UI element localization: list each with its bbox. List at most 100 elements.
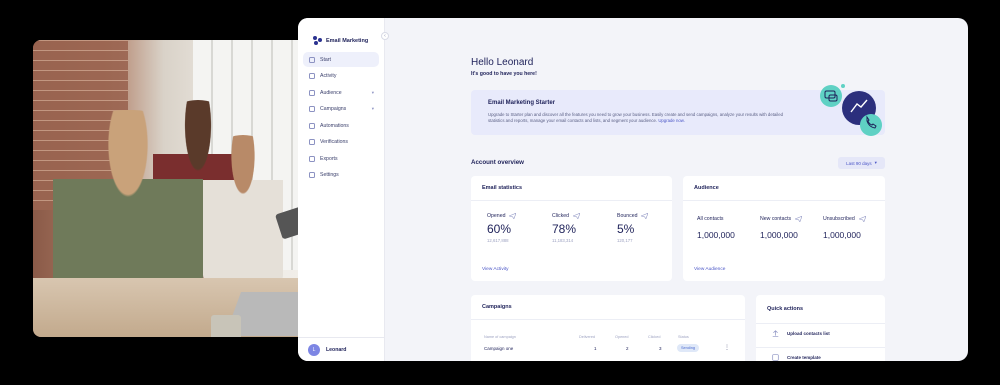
sidebar-item-label: Activity xyxy=(320,73,337,79)
sidebar-item-label: Automations xyxy=(320,122,349,129)
card-title: Quick actions xyxy=(767,306,804,312)
avatar: L xyxy=(308,343,320,356)
page-subtitle: It's good to have you here! xyxy=(471,71,537,77)
support-illustration-icon xyxy=(820,84,882,136)
quick-actions-card: Quick actions Upload contacts list Creat… xyxy=(756,295,885,361)
page-title: Hello Leonard xyxy=(471,57,534,68)
campaign-name: Campaign one xyxy=(484,346,514,351)
campaign-delivered: 1 xyxy=(594,346,597,351)
sidebar-item-label: Campaigns xyxy=(320,106,347,112)
sidebar-item-exports[interactable]: Exports xyxy=(303,151,379,166)
table-row[interactable]: Campaign one 1 2 3 Sending ⋮ xyxy=(484,344,732,354)
email-statistics-card: Email statistics Opened 60% 12,617,888 C… xyxy=(471,176,672,281)
sidebar-item-activity[interactable]: Activity xyxy=(303,69,379,84)
column-header: Clicked xyxy=(648,335,661,339)
verifications-icon xyxy=(309,139,315,145)
table-header: Name of campaign Delivered Opened Clicke… xyxy=(484,335,732,341)
chevron-down-icon: ▾ xyxy=(371,106,374,111)
stat-value: 78% xyxy=(552,222,577,236)
exports-icon xyxy=(309,155,315,162)
column-header: Delivered xyxy=(579,335,596,339)
sidebar-item-label: Start xyxy=(320,56,331,63)
banner-text: Upgrade to Starter plan and discover all… xyxy=(488,112,798,124)
stat-all-contacts: All contacts 1,000,000 xyxy=(697,216,735,240)
sidebar-item-label: Exports xyxy=(320,155,338,162)
stat-clicked: Clicked 78% 11,183,314 xyxy=(552,213,581,243)
stat-count: 12,617,888 xyxy=(487,238,509,243)
campaigns-icon xyxy=(309,106,315,112)
chevron-down-icon: ▾ xyxy=(874,160,877,165)
card-title: Campaigns xyxy=(482,304,512,310)
campaign-clicked: 3 xyxy=(659,346,662,351)
settings-icon xyxy=(309,172,315,178)
audience-card: Audience All contacts 1,000,000 New cont… xyxy=(683,176,885,281)
quick-action-label: Create template xyxy=(787,355,821,360)
stat-count: 11,183,314 xyxy=(552,238,574,243)
upgrade-link[interactable]: Upgrade now. xyxy=(658,118,685,123)
send-icon xyxy=(795,216,803,222)
sidebar-item-start[interactable]: Start xyxy=(303,52,379,67)
stat-label: Opened xyxy=(487,213,506,219)
stat-value: 60% xyxy=(487,222,512,236)
send-icon xyxy=(573,213,581,219)
send-icon xyxy=(509,213,517,219)
more-options-icon[interactable]: ⋮ xyxy=(724,344,730,351)
stat-label: All contacts xyxy=(697,216,724,222)
banner-title: Email Marketing Starter xyxy=(488,100,556,106)
chevron-down-icon: ▾ xyxy=(371,89,374,95)
sidebar-item-label: Audience xyxy=(320,89,342,96)
activity-icon xyxy=(309,73,315,79)
stat-new-contacts: New contacts 1,000,000 xyxy=(760,216,803,240)
campaign-opened: 2 xyxy=(626,346,629,351)
sidebar-nav: Start Activity Audience ▾ Campaigns ▾ Au… xyxy=(298,52,384,183)
date-range-select[interactable]: Last 90 days ▾ xyxy=(838,157,885,169)
sidebar: Email Marketing ‹ Start Activity Audienc… xyxy=(298,18,389,361)
user-profile[interactable]: L Leonard xyxy=(298,337,385,361)
stat-count: 120,177 xyxy=(617,238,633,243)
brand[interactable]: Email Marketing xyxy=(298,18,384,50)
app-window: Email Marketing ‹ Start Activity Audienc… xyxy=(298,18,968,361)
sidebar-item-label: Verifications xyxy=(320,139,348,145)
sidebar-item-audience[interactable]: Audience ▾ xyxy=(303,85,379,100)
brand-name: Email Marketing xyxy=(326,37,369,44)
stat-label: New contacts xyxy=(760,216,792,222)
column-header: Status xyxy=(678,335,689,339)
automations-icon xyxy=(309,122,315,129)
stat-label: Clicked xyxy=(552,213,570,219)
quick-action-label: Upload contacts list xyxy=(787,331,830,336)
send-icon xyxy=(641,213,649,219)
upload-contacts-action[interactable]: Upload contacts list xyxy=(756,323,885,343)
stat-value: 1,000,000 xyxy=(823,230,861,240)
sidebar-item-settings[interactable]: Settings xyxy=(303,168,379,183)
stat-opened: Opened 60% 12,617,888 xyxy=(487,213,517,243)
send-icon xyxy=(858,216,866,222)
main-content: Hello Leonard It's good to have you here… xyxy=(385,18,968,361)
team-photo xyxy=(33,40,323,337)
view-audience-link[interactable]: View Audience xyxy=(694,267,725,272)
campaigns-card: Campaigns Name of campaign Delivered Ope… xyxy=(471,295,745,361)
upgrade-banner: Email Marketing Starter Upgrade to Start… xyxy=(471,84,885,136)
upload-icon xyxy=(772,330,779,337)
stat-label: Bounced xyxy=(617,213,638,219)
stat-bounced: Bounced 5% 120,177 xyxy=(617,213,649,243)
column-header: Opened xyxy=(615,335,629,339)
section-title: Account overview xyxy=(471,159,524,166)
date-range-label: Last 90 days xyxy=(846,160,872,166)
sidebar-item-campaigns[interactable]: Campaigns ▾ xyxy=(303,102,379,117)
sidebar-item-automations[interactable]: Automations xyxy=(303,118,379,133)
stat-value: 1,000,000 xyxy=(760,230,798,240)
audience-icon xyxy=(309,89,315,96)
card-title: Email statistics xyxy=(482,185,523,191)
card-title: Audience xyxy=(694,185,719,191)
stat-value: 5% xyxy=(617,222,635,236)
column-header: Name of campaign xyxy=(484,335,516,339)
banner-description: Upgrade to Starter plan and discover all… xyxy=(488,112,783,124)
create-template-action[interactable]: Create template xyxy=(756,347,885,361)
view-activity-link[interactable]: View Activity xyxy=(482,267,509,272)
home-icon xyxy=(309,56,315,63)
stage: Email Marketing ‹ Start Activity Audienc… xyxy=(0,0,1000,385)
stat-label: Unsubscribed xyxy=(823,216,855,222)
sidebar-item-verifications[interactable]: Verifications xyxy=(303,135,379,150)
stat-unsubscribed: Unsubscribed 1,000,000 xyxy=(823,216,866,240)
user-name: Leonard xyxy=(326,346,347,353)
